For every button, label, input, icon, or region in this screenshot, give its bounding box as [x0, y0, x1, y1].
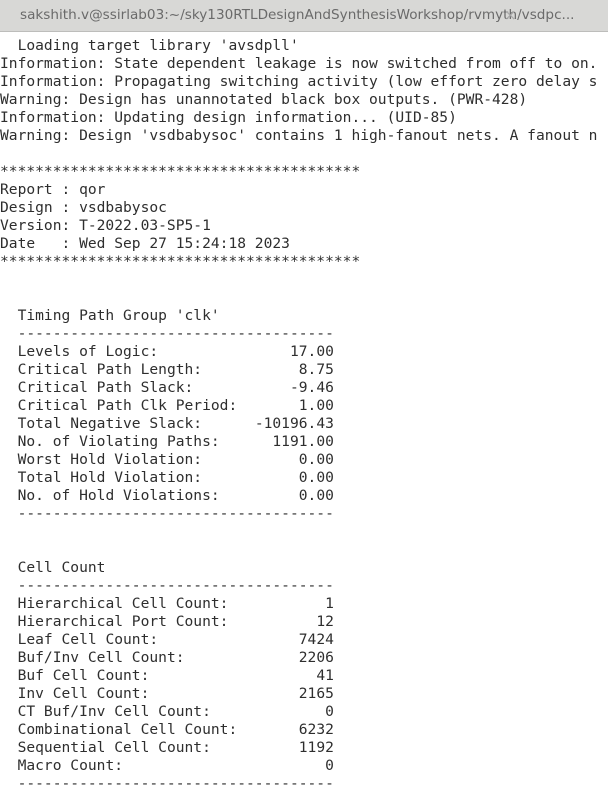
metric-value: -10196.43 [254, 415, 334, 432]
cell-count-row: Macro Count: 0 [0, 757, 608, 775]
metric-value: 0.00 [298, 487, 334, 504]
window-titlebar: sakshith.v@ssirlab03:~/sky130RTLDesignAn… [0, 0, 608, 32]
metric-value: 0.00 [298, 469, 334, 486]
timing-row: Total Hold Violation: 0.00 [0, 469, 608, 487]
timing-row: Critical Path Slack: -9.46 [0, 379, 608, 397]
cell-count-row: Leaf Cell Count: 7424 [0, 631, 608, 649]
timing-row: Levels of Logic: 17.00 [0, 343, 608, 361]
timing-row: Worst Hold Violation: 0.00 [0, 451, 608, 469]
metric-value: 41 [316, 667, 334, 684]
metric-label: Hierarchical Cell Count: [17, 595, 229, 612]
log-line: Information: Updating design information… [0, 109, 457, 126]
timing-row: No. of Violating Paths: 1191.00 [0, 433, 608, 451]
metric-value: 7424 [298, 631, 334, 648]
metric-label: Macro Count: [17, 757, 124, 774]
log-line: Loading target library 'avsdpll' [0, 37, 299, 54]
metric-label: Total Hold Violation: [17, 469, 203, 486]
stars-separator: ****************************************… [0, 253, 361, 270]
metric-label: CT Buf/Inv Cell Count: [17, 703, 211, 720]
timing-section-title: Timing Path Group 'clk' [0, 307, 220, 324]
dash-separator: ------------------------------------ [0, 577, 334, 594]
dash-separator: ------------------------------------ [0, 505, 334, 522]
window-title: sakshith.v@ssirlab03:~/sky130RTLDesignAn… [20, 7, 575, 23]
metric-value: 8.75 [298, 361, 334, 378]
close-icon[interactable]: × [504, 6, 517, 24]
log-line: Information: Propagating switching activ… [0, 73, 598, 90]
metric-label: Inv Cell Count: [17, 685, 150, 702]
metric-value: 2206 [298, 649, 334, 666]
timing-row: Total Negative Slack: -10196.43 [0, 415, 608, 433]
version: Version: T-2022.03-SP5-1 [0, 217, 211, 234]
cell-count-row: Sequential Cell Count: 1192 [0, 739, 608, 757]
metric-label: Buf Cell Count: [17, 667, 150, 684]
metric-value: 1 [325, 595, 334, 612]
cell-count-row: Inv Cell Count: 2165 [0, 685, 608, 703]
metric-label: Critical Path Length: [17, 361, 203, 378]
timing-row: No. of Hold Violations: 0.00 [0, 487, 608, 505]
terminal-output[interactable]: Loading target library 'avsdpll' Informat… [0, 37, 608, 809]
metric-value: 0 [325, 757, 334, 774]
metric-value: 17.00 [289, 343, 334, 360]
metric-value: 1192 [298, 739, 334, 756]
cell-count-row: Buf/Inv Cell Count: 2206 [0, 649, 608, 667]
metric-label: Levels of Logic: [17, 343, 159, 360]
metric-value: 6232 [298, 721, 334, 738]
metric-value: 2165 [298, 685, 334, 702]
cell-count-row: Buf Cell Count: 41 [0, 667, 608, 685]
metric-value: 12 [316, 613, 334, 630]
dash-separator: ------------------------------------ [0, 775, 334, 792]
metric-label: Hierarchical Port Count: [17, 613, 229, 630]
metric-label: Sequential Cell Count: [17, 739, 211, 756]
log-line: Information: State dependent leakage is … [0, 55, 598, 72]
timing-row: Critical Path Clk Period: 1.00 [0, 397, 608, 415]
cell-count-section-title: Cell Count [0, 559, 106, 576]
metric-label: Total Negative Slack: [17, 415, 203, 432]
cell-count-row: Hierarchical Cell Count: 1 [0, 595, 608, 613]
dash-separator: ------------------------------------ [0, 325, 334, 342]
metric-value: 1191.00 [272, 433, 334, 450]
metric-label: Buf/Inv Cell Count: [17, 649, 185, 666]
stars-separator: ****************************************… [0, 163, 361, 180]
metric-label: No. of Hold Violations: [17, 487, 220, 504]
report-name: Report : qor [0, 181, 106, 198]
report-date: Date : Wed Sep 27 15:24:18 2023 [0, 235, 290, 252]
cell-count-row: CT Buf/Inv Cell Count: 0 [0, 703, 608, 721]
cell-count-row: Hierarchical Port Count: 12 [0, 613, 608, 631]
cell-count-row: Combinational Cell Count: 6232 [0, 721, 608, 739]
metric-value: 0 [325, 703, 334, 720]
metric-label: Worst Hold Violation: [17, 451, 203, 468]
timing-row: Critical Path Length: 8.75 [0, 361, 608, 379]
metric-value: 1.00 [298, 397, 334, 414]
design-name: Design : vsdbabysoc [0, 199, 167, 216]
metric-value: -9.46 [289, 379, 334, 396]
metric-value: 0.00 [298, 451, 334, 468]
metric-label: Leaf Cell Count: [17, 631, 159, 648]
metric-label: Critical Path Slack: [17, 379, 194, 396]
metric-label: No. of Violating Paths: [17, 433, 220, 450]
log-line: Warning: Design 'vsdbabysoc' contains 1 … [0, 127, 598, 144]
metric-label: Combinational Cell Count: [17, 721, 238, 738]
metric-label: Critical Path Clk Period: [17, 397, 238, 414]
log-line: Warning: Design has unannotated black bo… [0, 91, 528, 108]
